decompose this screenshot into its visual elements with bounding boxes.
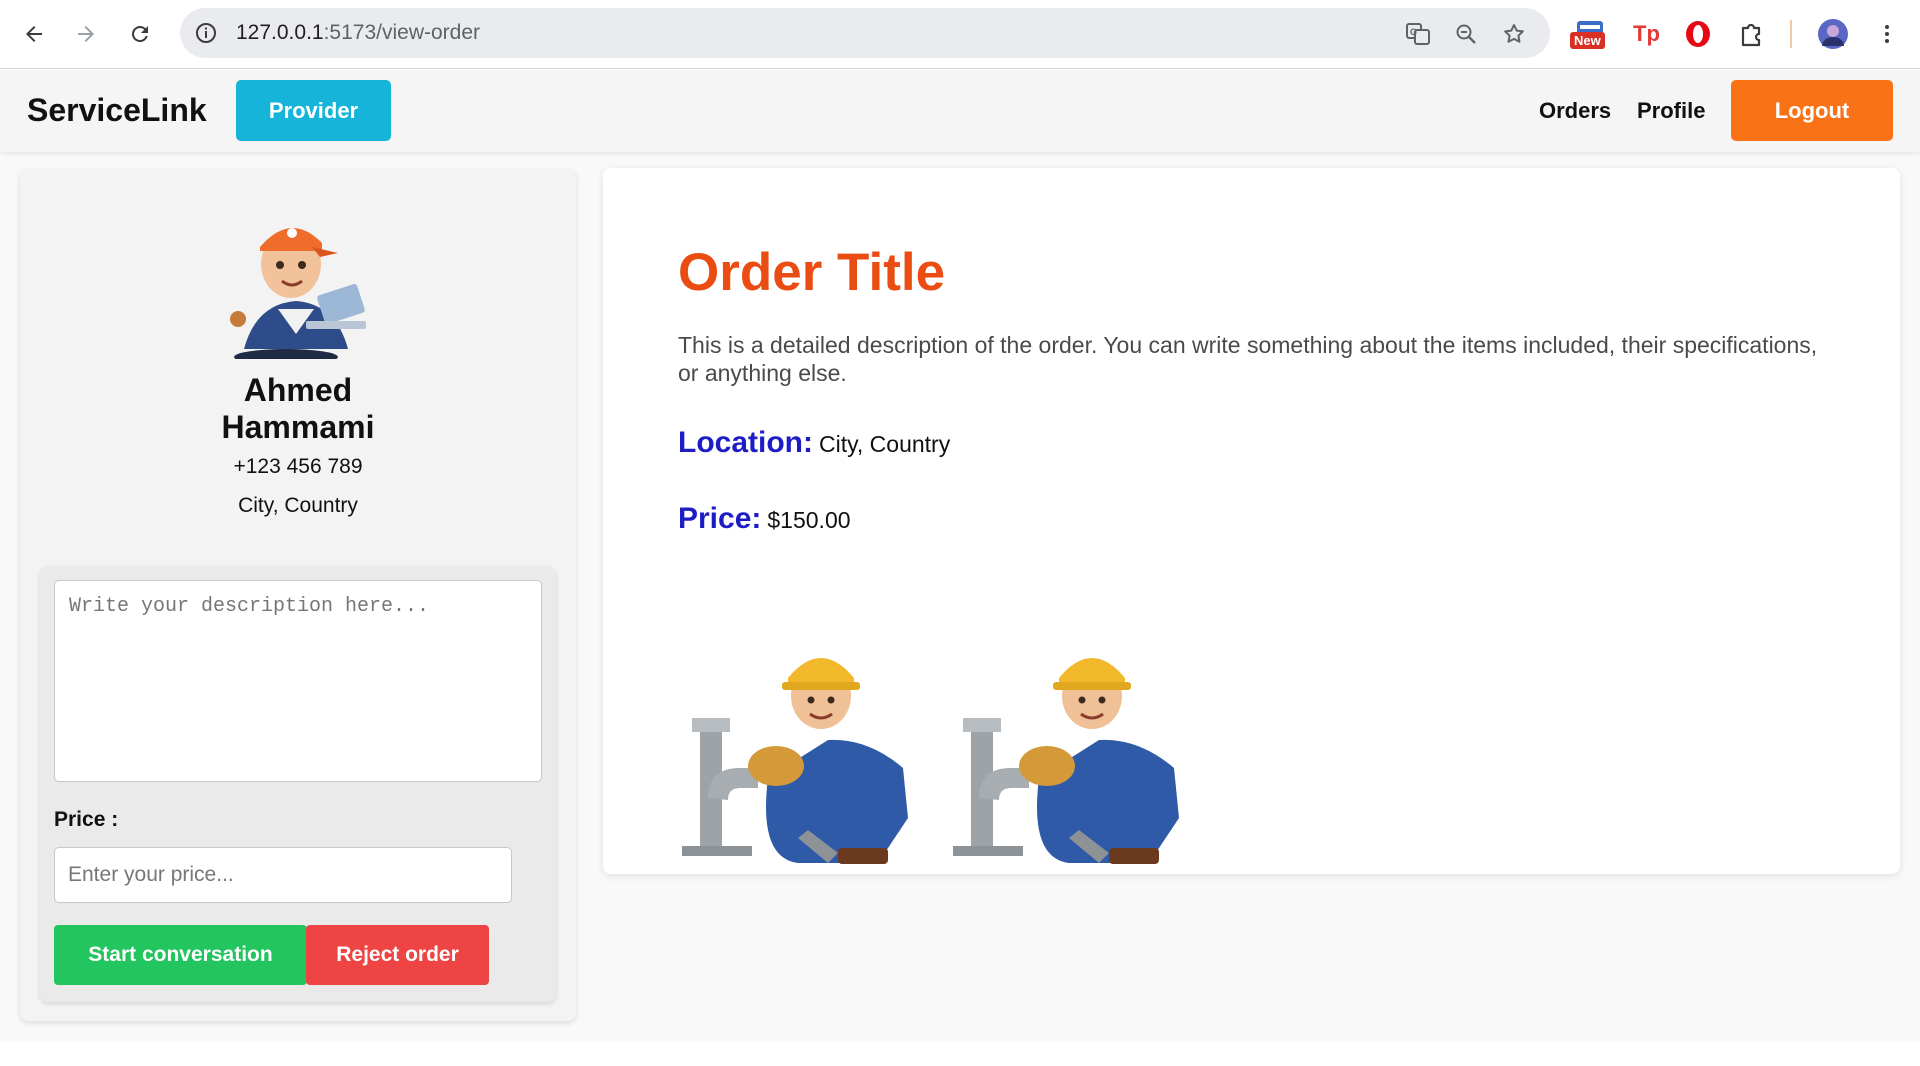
nav-link-profile[interactable]: Profile xyxy=(1637,98,1705,124)
svg-text:G: G xyxy=(1410,27,1417,37)
toolbar-divider xyxy=(1790,20,1792,48)
provider-last-name: Hammami xyxy=(221,409,375,445)
order-image-1 xyxy=(678,648,908,866)
logout-button[interactable]: Logout xyxy=(1731,80,1893,141)
order-description: This is a detailed description of the or… xyxy=(678,332,1818,386)
order-price-label: Price: xyxy=(678,502,762,535)
site-info-icon[interactable] xyxy=(194,21,218,45)
reject-order-button[interactable]: Reject order xyxy=(306,925,489,985)
back-icon[interactable] xyxy=(14,14,54,54)
reload-icon[interactable] xyxy=(120,14,160,54)
zoom-icon[interactable] xyxy=(1452,20,1480,48)
provider-card: Ahmed Hammami +123 456 789 City, Country… xyxy=(20,169,576,1021)
order-location: Location: City, Country xyxy=(678,426,950,460)
browser-menu-icon[interactable] xyxy=(1870,16,1904,52)
order-title: Order Title xyxy=(678,243,946,302)
translate-icon[interactable]: G xyxy=(1404,20,1432,48)
description-textarea[interactable] xyxy=(54,580,542,782)
address-bar[interactable]: 127.0.0.1:5173/view-order G xyxy=(180,8,1550,58)
svg-text:Tp: Tp xyxy=(1633,21,1660,46)
bookmark-star-icon[interactable] xyxy=(1500,20,1528,48)
forward-icon[interactable] xyxy=(66,14,106,54)
page: ServiceLink Provider Orders Profile Logo… xyxy=(0,70,1920,1042)
url-path: :5173/view-order xyxy=(323,21,481,44)
provider-location: City, Country xyxy=(238,494,358,517)
extension-tp-icon[interactable]: Tp xyxy=(1628,16,1662,52)
nav-link-orders[interactable]: Orders xyxy=(1539,98,1611,124)
order-price-value: $150.00 xyxy=(767,507,851,533)
browser-toolbar: 127.0.0.1:5173/view-order G New Tp xyxy=(0,0,1920,69)
brand-logo[interactable]: ServiceLink xyxy=(27,92,207,129)
order-details-card: Order Title This is a detailed descripti… xyxy=(603,168,1900,874)
order-location-label: Location: xyxy=(678,426,813,459)
start-conversation-button[interactable]: Start conversation xyxy=(54,925,307,985)
order-price: Price: $150.00 xyxy=(678,502,851,536)
url-host: 127.0.0.1 xyxy=(236,21,324,44)
price-input[interactable] xyxy=(54,847,512,903)
extension-new-badge: New xyxy=(1570,32,1605,49)
order-image-2 xyxy=(949,648,1179,866)
order-location-value: City, Country xyxy=(819,431,951,457)
extensions-puzzle-icon[interactable] xyxy=(1735,16,1769,52)
url-text[interactable]: 127.0.0.1:5173/view-order xyxy=(236,21,480,45)
proposal-form: Price : Start conversation Reject order xyxy=(40,566,556,1002)
provider-phone: +123 456 789 xyxy=(233,455,363,478)
extension-opera-icon[interactable] xyxy=(1681,16,1715,52)
provider-name: Ahmed Hammami xyxy=(20,372,576,446)
provider-role-button[interactable]: Provider xyxy=(236,80,391,141)
provider-first-name: Ahmed xyxy=(243,372,353,408)
profile-avatar-icon[interactable] xyxy=(1816,16,1850,52)
site-navbar: ServiceLink Provider Orders Profile Logo… xyxy=(0,70,1920,152)
provider-avatar xyxy=(216,199,376,365)
price-label: Price : xyxy=(54,808,119,831)
